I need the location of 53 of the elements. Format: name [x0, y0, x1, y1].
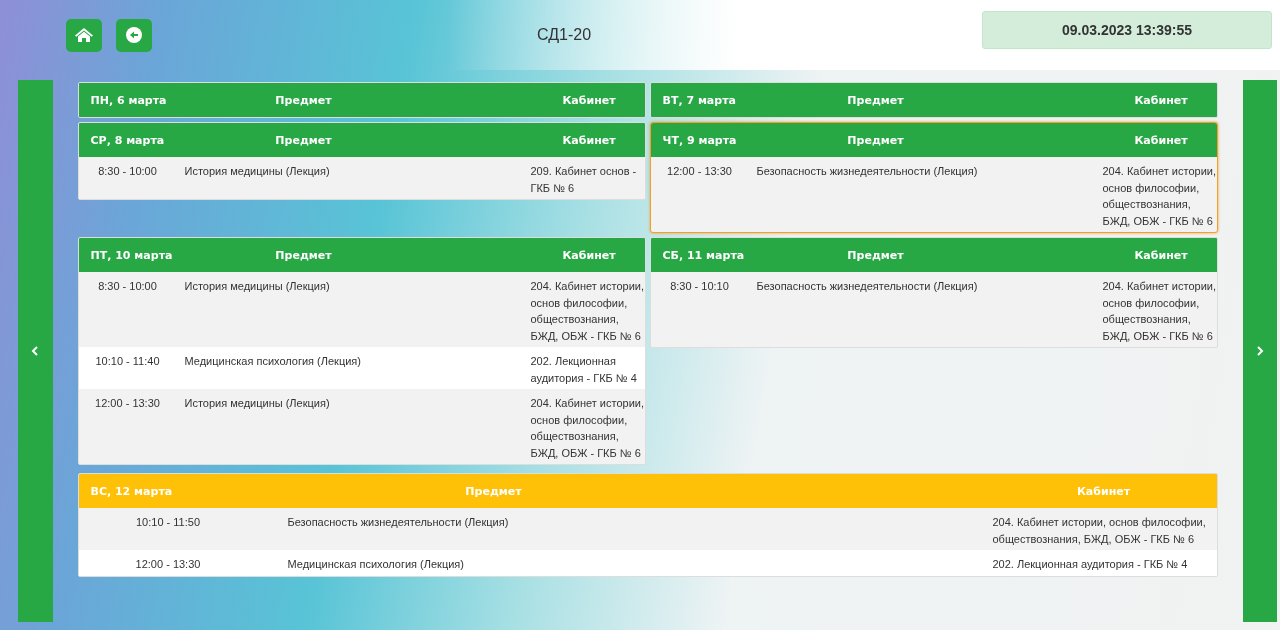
lesson-time: 12:00 - 13:30: [134, 557, 202, 572]
lesson-subject: Безопасность жизнедеятельности (Лекция): [756, 164, 979, 179]
day-date: ПТ, 10 марта: [89, 248, 174, 262]
lesson-room: 204. Кабинет истории, основ философии, обществознания, БЖД, ОБЖ - ГКБ № 6: [530, 396, 645, 461]
column-header: Кабинет: [1133, 93, 1189, 107]
home-icon: [74, 27, 94, 43]
lesson-subject: История медицины (Лекция): [184, 279, 331, 294]
lesson-time: 12:00 - 13:30: [94, 396, 161, 411]
column-header: Кабинет: [561, 133, 617, 147]
column-header: Предмет: [846, 248, 905, 262]
lesson-room: 209. Кабинет основ - ГКБ № 6: [530, 164, 638, 196]
lesson-subject: История медицины (Лекция): [184, 396, 331, 411]
next-week-button[interactable]: [1242, 80, 1277, 622]
lesson-time: 8:30 - 10:00: [97, 164, 158, 179]
day-date: СБ, 11 марта: [661, 248, 746, 262]
lesson-time: 12:00 - 13:30: [666, 164, 733, 179]
lesson-time: 8:30 - 10:10: [669, 279, 730, 294]
column-header: Предмет: [846, 133, 905, 147]
column-header: Кабинет: [561, 248, 617, 262]
day-date: ПН, 6 марта: [89, 93, 168, 107]
column-header: Кабинет: [561, 93, 617, 107]
home-button[interactable]: [66, 18, 102, 52]
lesson-time: 8:30 - 10:00: [97, 279, 158, 294]
page-title: СД1-20: [535, 26, 593, 44]
lesson-room: 204. Кабинет истории, основ философии, обществознания, БЖД, ОБЖ - ГКБ № 6: [530, 279, 645, 344]
chevron-right-icon: [1255, 346, 1264, 356]
day-date: ЧТ, 9 марта: [661, 133, 738, 147]
lesson-subject: История медицины (Лекция): [184, 164, 331, 179]
column-header: Предмет: [274, 133, 333, 147]
lesson-room: 204. Кабинет истории, основ философии, обществознания, БЖД, ОБЖ - ГКБ № 6: [1102, 164, 1217, 229]
lesson-subject: Медицинская психология (Лекция): [287, 557, 465, 572]
lesson-time: 10:10 - 11:40: [94, 354, 161, 369]
column-header: Кабинет: [1133, 248, 1189, 262]
column-header: Предмет: [846, 93, 905, 107]
lesson-room: 202. Лекционная аудитория - ГКБ № 4: [992, 557, 1189, 572]
day-date: СР, 8 марта: [89, 133, 166, 147]
column-header: Кабинет: [1075, 484, 1132, 498]
column-header: Кабинет: [1133, 133, 1189, 147]
lesson-room: 204. Кабинет истории, основ философии, обществознания, БЖД, ОБЖ - ГКБ № 6: [992, 515, 1207, 547]
back-button[interactable]: [116, 18, 152, 52]
lesson-room: 204. Кабинет истории, основ философии, обществознания, БЖД, ОБЖ - ГКБ № 6: [1102, 279, 1217, 344]
chevron-left-icon: [31, 346, 40, 356]
column-header: Предмет: [274, 248, 333, 262]
lesson-room: 202. Лекционная аудитория - ГКБ № 4: [530, 354, 638, 386]
datetime-display: 09.03.2023 13:39:55: [982, 11, 1272, 49]
lesson-subject: Медицинская психология (Лекция): [184, 354, 362, 369]
lesson-time: 10:10 - 11:50: [135, 515, 201, 530]
lesson-subject: Безопасность жизнедеятельности (Лекция): [756, 279, 979, 294]
column-header: Предмет: [274, 93, 333, 107]
day-date: ВС, 12 марта: [89, 484, 174, 498]
lesson-subject: Безопасность жизнедеятельности (Лекция): [287, 515, 510, 530]
day-date: ВТ, 7 марта: [661, 93, 737, 107]
column-header: Предмет: [464, 484, 523, 498]
